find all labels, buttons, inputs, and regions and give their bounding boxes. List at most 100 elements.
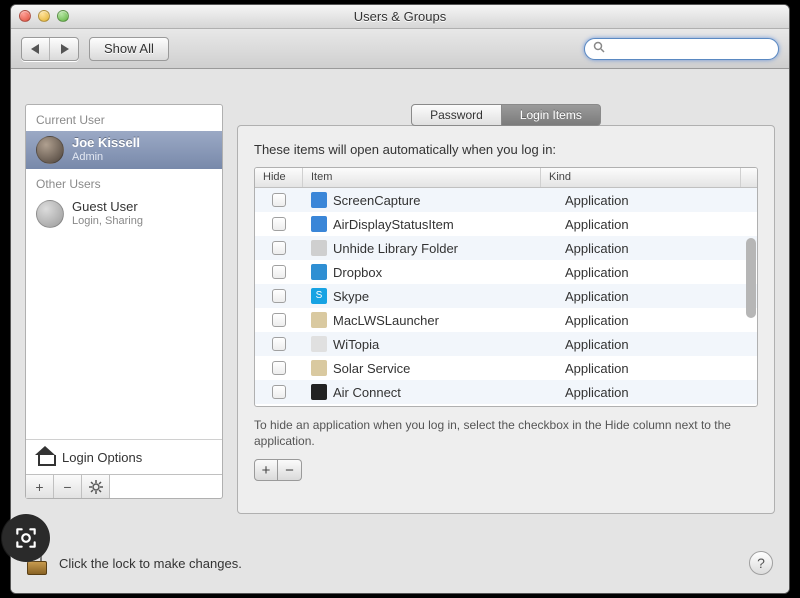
tab-login-items[interactable]: Login Items — [502, 104, 601, 126]
toolbar: Show All — [11, 29, 789, 69]
search-field[interactable] — [584, 38, 779, 60]
window-title: Users & Groups — [354, 9, 446, 24]
help-button[interactable]: ? — [749, 551, 773, 575]
hide-checkbox[interactable] — [272, 241, 286, 255]
login-items-panel: These items will open automatically when… — [237, 125, 775, 514]
hide-checkbox[interactable] — [272, 217, 286, 231]
hide-checkbox[interactable] — [272, 265, 286, 279]
forward-button[interactable] — [50, 38, 78, 60]
table-row[interactable]: MacLWSLauncher Application — [255, 308, 757, 332]
panel-hint: To hide an application when you log in, … — [254, 417, 758, 449]
user-name: Guest User — [72, 200, 143, 215]
tab-password[interactable]: Password — [411, 104, 502, 126]
other-users-heading: Other Users — [26, 169, 222, 195]
current-user-heading: Current User — [26, 105, 222, 131]
table-row[interactable]: Dropbox Application — [255, 260, 757, 284]
lock-text: Click the lock to make changes. — [59, 556, 242, 571]
item-name: WiTopia — [333, 337, 379, 352]
item-kind: Application — [565, 265, 629, 280]
table-row[interactable]: WiTopia Application — [255, 332, 757, 356]
gear-icon — [89, 480, 103, 494]
col-hide[interactable]: Hide — [255, 168, 303, 187]
hide-checkbox[interactable] — [272, 385, 286, 399]
item-kind: Application — [565, 385, 629, 400]
table-body: ScreenCaptureApplicationAirDisplayStatus… — [255, 188, 757, 406]
table-row[interactable]: AirDisplayStatusItem Application — [255, 212, 757, 236]
item-name: MacLWSLauncher — [333, 313, 439, 328]
app-icon — [311, 264, 327, 280]
sidebar-user-current[interactable]: Joe Kissell Admin — [26, 131, 222, 169]
remove-user-button[interactable]: − — [54, 475, 82, 498]
minimize-window-button[interactable] — [38, 10, 50, 22]
app-icon — [311, 192, 327, 208]
titlebar: Users & Groups — [11, 5, 789, 29]
col-item[interactable]: Item — [303, 168, 541, 187]
app-icon — [311, 360, 327, 376]
add-user-button[interactable]: + — [26, 475, 54, 498]
app-icon — [311, 336, 327, 352]
remove-login-item-button[interactable]: − — [278, 459, 302, 481]
table-row[interactable]: Unhide Library Folder Application — [255, 236, 757, 260]
item-kind: Application — [565, 289, 629, 304]
show-all-label: Show All — [104, 41, 154, 56]
table-row[interactable]: S Skype Application — [255, 284, 757, 308]
zoom-window-button[interactable] — [57, 10, 69, 22]
item-name: AirDisplayStatusItem — [333, 217, 454, 232]
scrollbar-thumb[interactable] — [746, 238, 756, 318]
app-icon — [311, 240, 327, 256]
item-name: Unhide Library Folder — [333, 241, 458, 256]
item-kind: Application — [565, 241, 629, 256]
add-login-item-button[interactable]: + — [254, 459, 278, 481]
table-row[interactable]: Air Connect Application — [255, 380, 757, 404]
user-actions-button[interactable] — [82, 475, 110, 498]
item-name: Dropbox — [333, 265, 382, 280]
close-window-button[interactable] — [19, 10, 31, 22]
item-kind: Application — [565, 337, 629, 352]
show-all-button[interactable]: Show All — [89, 37, 169, 61]
item-name: Air Connect — [333, 385, 401, 400]
login-items-table: Hide Item Kind ScreenCaptureApplicationA… — [254, 167, 758, 407]
sidebar-footer: + − — [26, 474, 222, 498]
panel-intro: These items will open automatically when… — [254, 142, 758, 157]
item-name: Solar Service — [333, 361, 410, 376]
main-panel: Password Login Items These items will op… — [237, 104, 775, 514]
item-kind: Application — [565, 193, 629, 208]
search-input[interactable] — [611, 41, 770, 57]
add-remove-segment: + − — [254, 459, 758, 481]
app-icon — [311, 384, 327, 400]
item-name: ScreenCapture — [333, 193, 420, 208]
col-kind[interactable]: Kind — [541, 168, 741, 187]
item-name: Skype — [333, 289, 369, 304]
user-role: Login, Sharing — [72, 215, 143, 228]
avatar-icon — [36, 200, 64, 228]
hide-checkbox[interactable] — [272, 361, 286, 375]
table-header: Hide Item Kind — [255, 168, 757, 188]
hide-checkbox[interactable] — [272, 193, 286, 207]
item-kind: Application — [565, 313, 629, 328]
login-options-button[interactable]: Login Options — [26, 439, 222, 474]
avatar-icon — [36, 136, 64, 164]
app-icon: S — [311, 288, 327, 304]
content-area: Current User Joe Kissell Admin Other Use… — [11, 69, 789, 593]
table-row[interactable]: Solar Service Application — [255, 356, 757, 380]
user-role: Admin — [72, 151, 140, 164]
sidebar-user-guest[interactable]: Guest User Login, Sharing — [26, 195, 222, 233]
app-icon — [311, 216, 327, 232]
house-icon — [36, 448, 54, 466]
login-options-label: Login Options — [62, 450, 142, 465]
lens-overlay-icon[interactable] — [2, 514, 50, 562]
window-controls — [19, 10, 69, 22]
back-button[interactable] — [22, 38, 50, 60]
bottom-bar: Click the lock to make changes. ? — [11, 533, 789, 593]
user-name: Joe Kissell — [72, 136, 140, 151]
hide-checkbox[interactable] — [272, 313, 286, 327]
table-row[interactable]: ScreenCapture Application — [255, 188, 757, 212]
nav-segment — [21, 37, 79, 61]
item-kind: Application — [565, 361, 629, 376]
item-kind: Application — [565, 217, 629, 232]
tabs: Password Login Items — [237, 104, 775, 126]
hide-checkbox[interactable] — [272, 289, 286, 303]
app-icon — [311, 312, 327, 328]
hide-checkbox[interactable] — [272, 337, 286, 351]
preferences-window: Users & Groups Show All — [10, 4, 790, 594]
